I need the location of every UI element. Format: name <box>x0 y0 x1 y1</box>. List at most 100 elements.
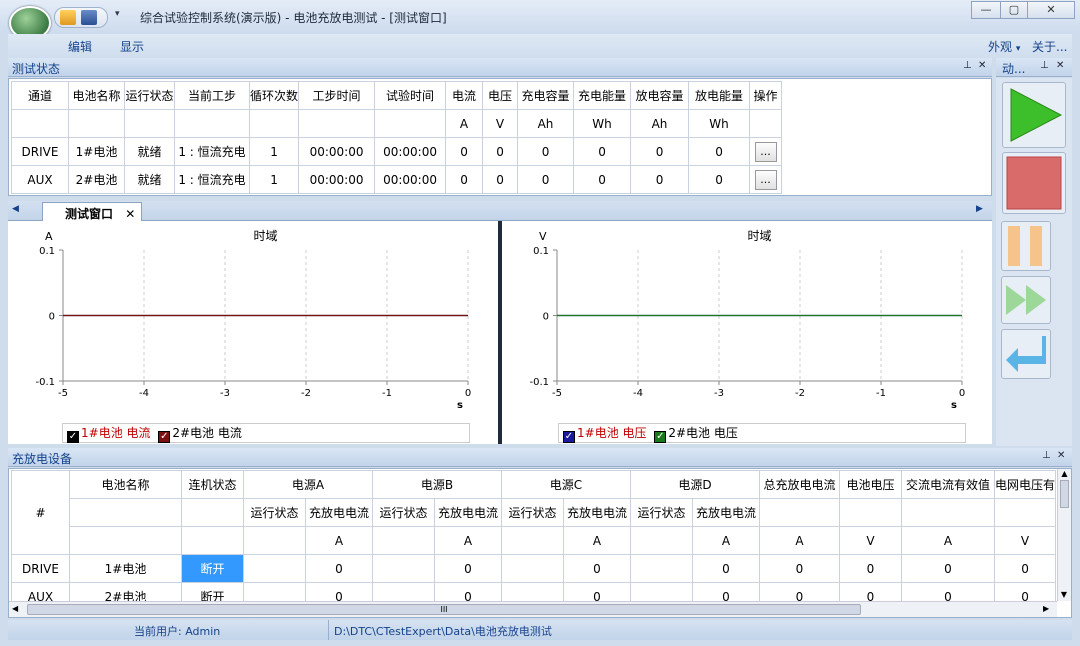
column-header: 电池电压 <box>839 470 902 499</box>
tab-test-window[interactable]: 测试窗口 ✕ <box>42 202 142 221</box>
empty-cell <box>69 498 182 527</box>
vertical-scrollbar[interactable]: ▲ ▼ <box>1057 469 1071 601</box>
column-header: 运行状态 <box>124 81 175 110</box>
device-panel: # 电池名称 连机状态 电源A 电源B 电源C 电源D 总充放电电流 电池电压 交流电流有效值 电网… <box>8 468 1072 618</box>
pin-icon[interactable]: ⊥ <box>1040 60 1049 71</box>
unit-cell <box>298 109 376 138</box>
column-header: 电网电压有 <box>993 470 1057 499</box>
horizontal-scrollbar[interactable]: ◀ III ▶ <box>9 601 1057 617</box>
status-divider <box>328 620 329 640</box>
unit-cell <box>11 109 69 138</box>
menu-appearance-label: 外观 <box>988 40 1013 54</box>
more-options-button[interactable]: ... <box>754 141 777 162</box>
pause-button[interactable] <box>1001 221 1051 271</box>
x-tick-label: -3 <box>714 388 724 399</box>
scroll-left-icon[interactable]: ◀ <box>12 604 18 613</box>
x-tick-label: 0 <box>465 388 471 399</box>
scroll-down-icon[interactable]: ▼ <box>1058 590 1070 599</box>
close-icon[interactable]: ✕ <box>1056 60 1064 71</box>
empty-cell <box>243 526 306 555</box>
table-row[interactable]: AUX 2#电池 就绪 1 : 恒流充电 1 00:00:00 00:00:00 0 0 0 0 0 0… <box>11 165 783 194</box>
unit-cell <box>68 109 125 138</box>
empty-cell <box>69 526 182 555</box>
empty-cell <box>630 526 693 555</box>
x-unit-label: s <box>951 400 957 411</box>
save-icon[interactable] <box>81 10 97 25</box>
stop-button[interactable] <box>1002 152 1066 214</box>
y-tick-label: 0.1 <box>39 246 55 257</box>
table-cell: 0 <box>517 137 575 166</box>
tab-scroll-left-icon[interactable]: ◀ <box>12 204 19 214</box>
close-button[interactable]: ✕ <box>1027 1 1075 19</box>
start-button[interactable] <box>1002 82 1066 148</box>
quick-access-toolbar <box>54 7 108 28</box>
menu-edit[interactable]: 编辑 <box>68 38 92 55</box>
value-cell: 0 <box>759 554 840 583</box>
unit-cell <box>749 109 783 138</box>
y-tick-label: 0.1 <box>533 246 549 257</box>
checkbox-checked-icon[interactable]: ✓ <box>654 431 667 443</box>
column-header: 通道 <box>11 81 69 110</box>
table-cell: 0 <box>517 165 575 194</box>
legend-series-1: 1#电池 电流 <box>81 426 151 440</box>
empty-cell <box>501 526 564 555</box>
quick-access-dropdown-icon[interactable]: ▾ <box>115 9 120 19</box>
scroll-right-icon[interactable]: ▶ <box>1043 604 1049 613</box>
device-panel-header: 充放电设备 ⊥ ✕ <box>8 448 1072 467</box>
pause-icon <box>1008 226 1042 266</box>
x-tick-label: -5 <box>58 388 68 399</box>
column-header: 电源A <box>243 470 373 499</box>
column-subheader: 运行状态 <box>243 498 306 527</box>
open-folder-icon[interactable] <box>60 10 76 25</box>
status-bar: 当前用户: Admin D:\DTC\CTestExpert\Data\电池充放… <box>8 620 1072 640</box>
horizontal-scroll-thumb[interactable]: III <box>27 604 861 615</box>
menu-appearance[interactable]: 外观 ▾ <box>988 38 1020 55</box>
stop-icon <box>1006 156 1062 210</box>
column-header: 总充放电电流 <box>759 470 840 499</box>
checkbox-checked-icon[interactable]: ✓ <box>563 431 575 443</box>
checkbox-checked-icon[interactable]: ✓ <box>67 431 79 443</box>
x-tick-label: -1 <box>876 388 886 399</box>
empty-cell <box>901 498 995 527</box>
link-status-cell[interactable]: 断开 <box>181 554 244 583</box>
fast-forward-button[interactable] <box>1001 276 1051 324</box>
column-header: 交流电流有效值 <box>901 470 995 499</box>
header-row: # 电池名称 连机状态 电源A 电源B 电源C 电源D 总充放电电流 电池电压 交流电流有效值 电网… <box>11 470 1057 555</box>
table-cell: 00:00:00 <box>298 165 376 194</box>
checkbox-checked-icon[interactable]: ✓ <box>158 431 171 443</box>
table-row[interactable]: DRIVE 1#电池 就绪 1 : 恒流充电 1 00:00:00 00:00:00 0 0 0 0… <box>11 137 783 166</box>
scroll-up-icon[interactable]: ▲ <box>1058 469 1071 478</box>
index-header: # <box>11 470 70 555</box>
unit-cell <box>374 109 447 138</box>
vertical-scroll-thumb[interactable] <box>1060 480 1069 508</box>
minimize-button[interactable]: — <box>971 1 1001 19</box>
table-row[interactable]: DRIVE 1#电池 断开 0 0 0 0 0 0 0 0 <box>11 554 1057 583</box>
subheader-row: 运行状态 充放电电流 运行状态 充放电电流 运行状态 充放电电流 运行状态 充放电电流 <box>12 498 1057 527</box>
menu-about[interactable]: 关于... <box>1032 38 1067 55</box>
chevron-down-icon: ▾ <box>1015 44 1021 54</box>
x-tick-label: -2 <box>795 388 805 399</box>
more-options-button[interactable]: ... <box>754 169 777 190</box>
unit-cell <box>124 109 175 138</box>
table-cell: ... <box>749 137 783 166</box>
pin-icon[interactable]: ⊥ <box>963 60 972 71</box>
pin-icon[interactable]: ⊥ <box>1042 450 1051 461</box>
menu-bar: 编辑 显示 外观 ▾ 关于... <box>8 34 1072 58</box>
table-cell: 就绪 <box>124 137 175 166</box>
value-cell: 0 <box>901 554 995 583</box>
x-tick-label: 0 <box>959 388 965 399</box>
tab-scroll-right-icon[interactable]: ▶ <box>976 204 983 214</box>
action-panel-title: 动... <box>1002 62 1026 76</box>
y-tick-label: -0.1 <box>35 377 55 388</box>
close-icon[interactable]: ✕ <box>978 60 986 71</box>
empty-cell <box>993 498 1057 527</box>
menu-view[interactable]: 显示 <box>120 38 144 55</box>
run-state-cell <box>372 554 435 583</box>
chart-title: 时域 <box>253 229 277 243</box>
maximize-button[interactable]: ▢ <box>1000 1 1028 19</box>
tab-close-icon[interactable]: ✕ <box>125 207 135 221</box>
close-icon[interactable]: ✕ <box>1057 450 1065 461</box>
legend-series-2: 2#电池 电压 <box>668 426 738 440</box>
return-button[interactable] <box>1001 329 1051 379</box>
status-panel-title: 测试状态 <box>12 62 61 76</box>
